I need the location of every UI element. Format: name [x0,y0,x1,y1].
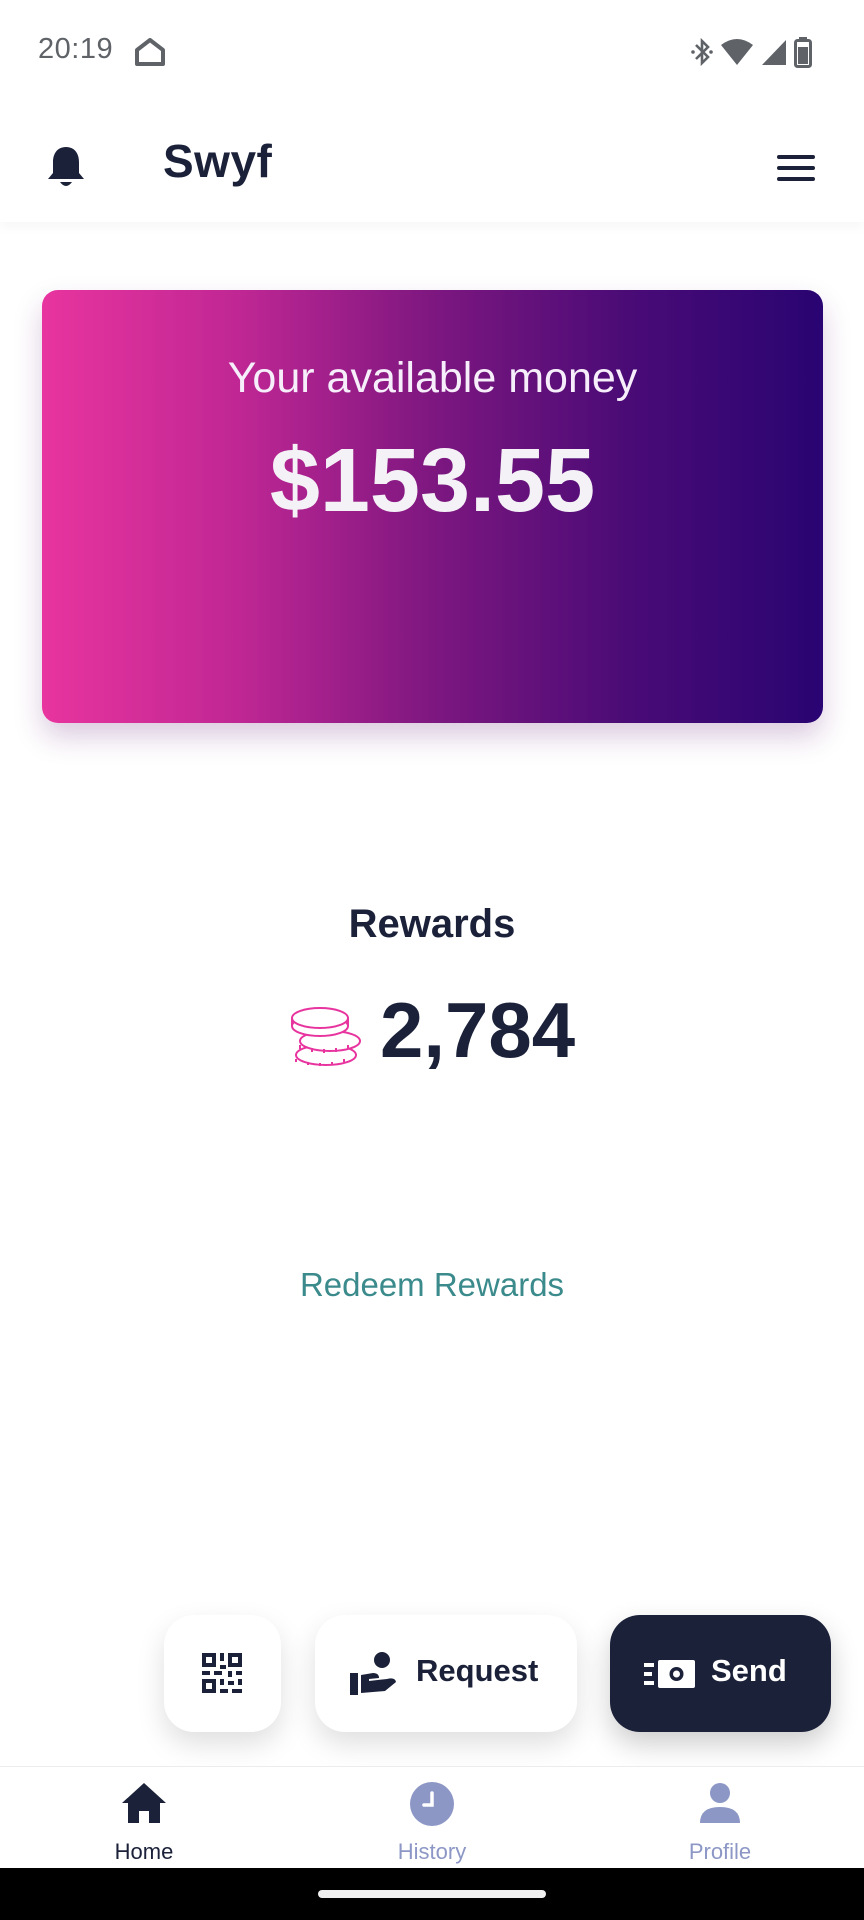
nav-item-profile[interactable]: Profile [576,1767,864,1869]
signal-icon [762,40,786,65]
battery-icon [794,37,812,68]
nav-label-profile: Profile [688,1839,752,1864]
home-status-icon [135,38,165,66]
wifi-icon [721,39,753,65]
gesture-handle[interactable] [318,1890,546,1898]
request-button[interactable]: Request [315,1615,577,1732]
send-label: Send [711,1653,787,1688]
qr-code-icon [202,1653,242,1693]
clock-icon [410,1782,454,1826]
request-label: Request [416,1653,539,1688]
qr-code-button[interactable] [164,1615,281,1732]
menu-icon[interactable] [776,152,816,184]
redeem-rewards-link[interactable]: Redeem Rewards [0,1266,864,1304]
bell-icon[interactable] [44,144,88,190]
request-hand-icon [350,1652,396,1695]
send-button[interactable]: Send [610,1615,831,1732]
home-icon [122,1783,166,1823]
app-header: Swyf [0,104,864,222]
status-time: 20:19 [38,33,114,65]
bluetooth-icon [691,37,713,67]
app-title: Swyf [163,135,273,187]
rewards-title: Rewards [348,902,516,946]
person-icon [700,1783,740,1823]
cash-icon [644,1660,695,1688]
nav-label-home: Home [114,1839,174,1864]
balance-card: Your available money $153.55 [42,290,823,723]
balance-amount: $153.55 [269,431,596,531]
balance-label: Your available money [227,354,638,402]
coins-icon [291,1007,361,1066]
system-gesture-bar [0,1868,864,1920]
status-icons [690,36,812,68]
bottom-nav: Home History Profile [0,1766,864,1869]
status-bar: 20:19 [0,0,864,104]
rewards-points: 2,784 [380,986,576,1074]
nav-label-history: History [397,1839,467,1864]
nav-item-history[interactable]: History [288,1767,576,1869]
nav-item-home[interactable]: Home [0,1767,288,1869]
